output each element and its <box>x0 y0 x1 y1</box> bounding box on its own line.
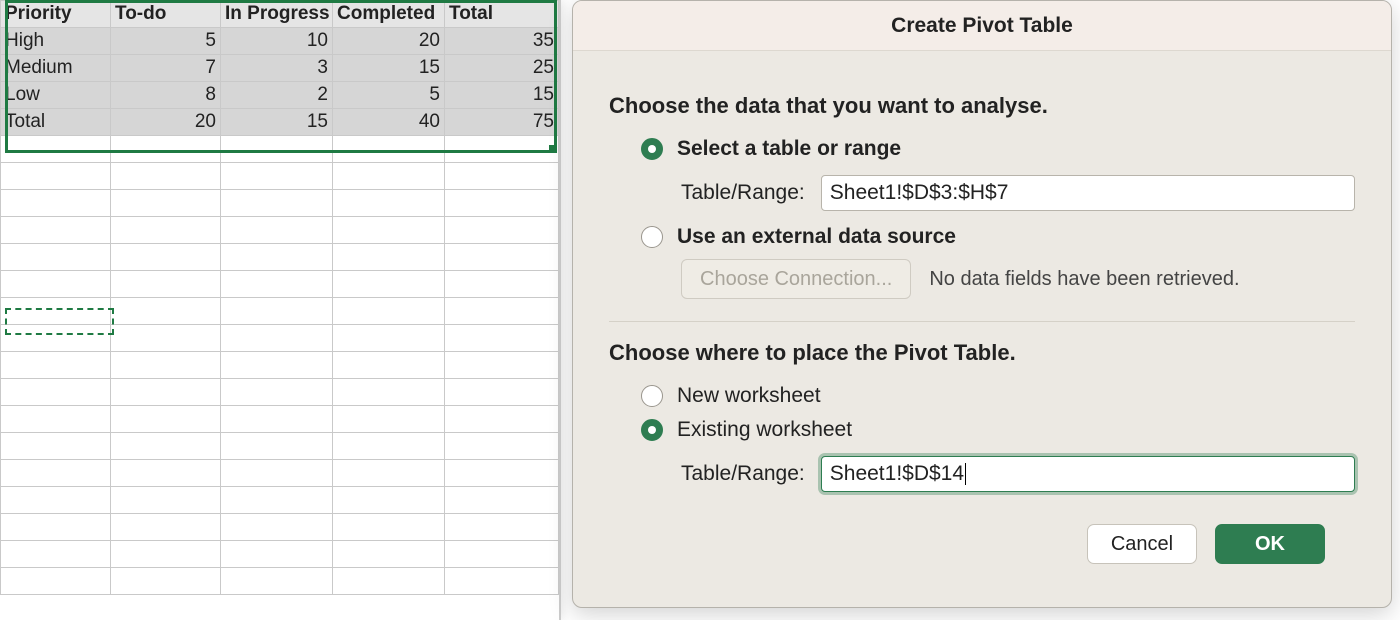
table-row: Low 8 2 5 15 <box>1 82 559 109</box>
cell[interactable]: 10 <box>221 28 333 55</box>
cell[interactable]: 40 <box>333 109 445 136</box>
section-heading-data: Choose the data that you want to analyse… <box>609 93 1355 119</box>
cell[interactable]: 8 <box>111 82 221 109</box>
option-existing-worksheet[interactable]: Existing worksheet <box>641 418 1355 442</box>
cell[interactable]: 35 <box>445 28 559 55</box>
table-range-value: Sheet1!$D$3:$H$7 <box>830 181 1009 205</box>
radio-external-source[interactable] <box>641 226 663 248</box>
cell[interactable]: 7 <box>111 55 221 82</box>
radio-select-range[interactable] <box>641 138 663 160</box>
cell[interactable]: 15 <box>445 82 559 109</box>
option-label: Use an external data source <box>677 225 956 249</box>
col-header[interactable]: Completed <box>333 1 445 28</box>
cell[interactable]: 15 <box>221 109 333 136</box>
row-label[interactable]: Medium <box>1 55 111 82</box>
cancel-button[interactable]: Cancel <box>1087 524 1197 564</box>
table-range-label: Table/Range: <box>681 181 805 205</box>
table-range-input[interactable]: Sheet1!$D$3:$H$7 <box>821 175 1355 211</box>
row-label[interactable]: High <box>1 28 111 55</box>
text-caret <box>965 463 966 485</box>
spreadsheet-pane[interactable]: Priority To-do In Progress Completed Tot… <box>0 0 561 620</box>
option-external-source[interactable]: Use an external data source <box>641 225 1355 249</box>
option-label: New worksheet <box>677 384 821 408</box>
table-header-row: Priority To-do In Progress Completed Tot… <box>1 1 559 28</box>
range-picker-icon[interactable] <box>1330 184 1348 202</box>
cell[interactable]: 20 <box>111 109 221 136</box>
divider <box>609 321 1355 322</box>
spreadsheet-grid[interactable]: Priority To-do In Progress Completed Tot… <box>0 0 559 595</box>
cell[interactable]: 5 <box>333 82 445 109</box>
row-label[interactable]: Total <box>1 109 111 136</box>
choose-connection-button: Choose Connection... <box>681 259 911 299</box>
no-data-note: No data fields have been retrieved. <box>929 268 1239 291</box>
table-row: High 5 10 20 35 <box>1 28 559 55</box>
option-select-range[interactable]: Select a table or range <box>641 137 1355 161</box>
cell[interactable]: 5 <box>111 28 221 55</box>
option-label: Select a table or range <box>677 137 901 161</box>
radio-existing-worksheet[interactable] <box>641 419 663 441</box>
section-heading-placement: Choose where to place the Pivot Table. <box>609 340 1355 366</box>
cell[interactable]: 25 <box>445 55 559 82</box>
cell[interactable]: 20 <box>333 28 445 55</box>
col-header[interactable]: To-do <box>111 1 221 28</box>
row-label[interactable]: Low <box>1 82 111 109</box>
radio-new-worksheet[interactable] <box>641 385 663 407</box>
create-pivot-table-dialog: Create Pivot Table Choose the data that … <box>572 0 1392 608</box>
table-row: Total 20 15 40 75 <box>1 109 559 136</box>
col-header[interactable]: In Progress <box>221 1 333 28</box>
range-picker-icon[interactable] <box>1330 465 1348 483</box>
destination-range-value: Sheet1!$D$14 <box>830 462 964 486</box>
cell[interactable]: 15 <box>333 55 445 82</box>
col-header[interactable]: Priority <box>1 1 111 28</box>
cell[interactable]: 2 <box>221 82 333 109</box>
cell[interactable]: 3 <box>221 55 333 82</box>
option-new-worksheet[interactable]: New worksheet <box>641 384 1355 408</box>
option-label: Existing worksheet <box>677 418 852 442</box>
destination-range-input[interactable]: Sheet1!$D$14 <box>821 456 1355 492</box>
dialog-title: Create Pivot Table <box>573 1 1391 51</box>
cell[interactable]: 75 <box>445 109 559 136</box>
table-row: Medium 7 3 15 25 <box>1 55 559 82</box>
destination-range-label: Table/Range: <box>681 462 805 486</box>
col-header[interactable]: Total <box>445 1 559 28</box>
ok-button[interactable]: OK <box>1215 524 1325 564</box>
